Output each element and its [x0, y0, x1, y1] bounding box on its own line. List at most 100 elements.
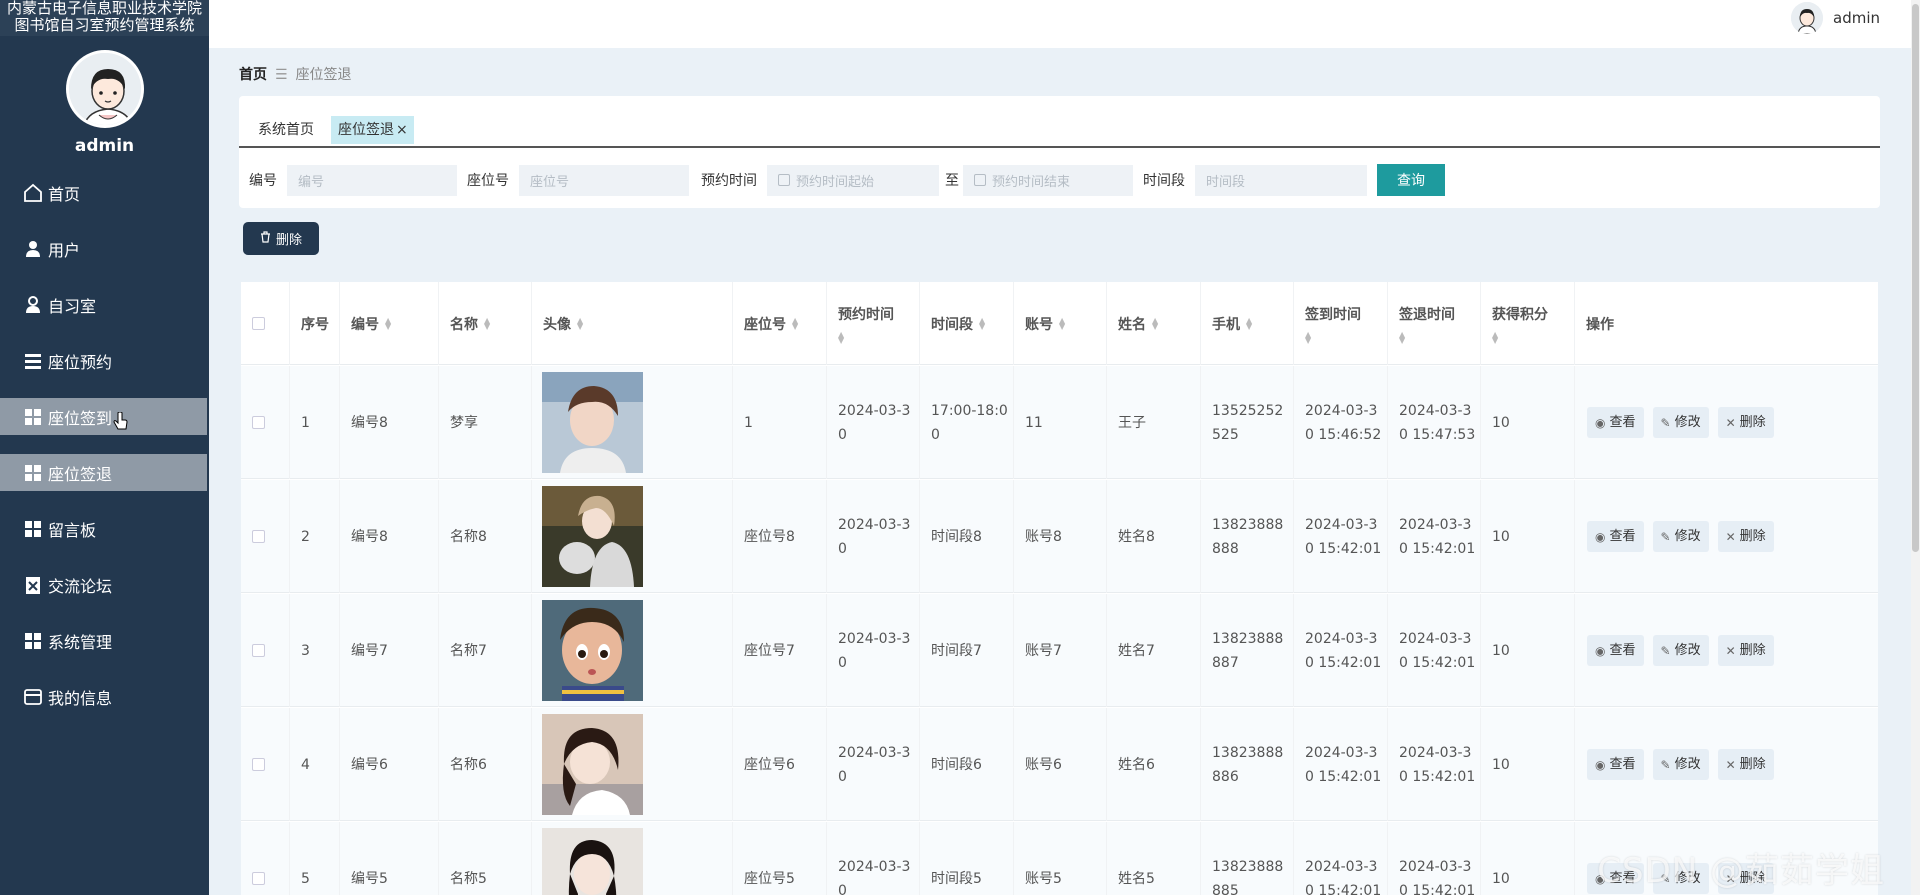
delete-button[interactable]: ✕ 删除: [1717, 407, 1774, 438]
sidebar-item-label: 自习室: [48, 296, 97, 316]
view-button[interactable]: ◉ 查看: [1587, 635, 1644, 666]
header-label: 获得积分: [1492, 306, 1548, 323]
grid-icon: [22, 462, 44, 484]
row-checkbox[interactable]: [252, 416, 265, 429]
avatar-thumbnail[interactable]: [542, 714, 643, 815]
sort-icon[interactable]: ▲ ▼: [577, 316, 583, 330]
header-shouji[interactable]: 手机 ▲ ▼: [1201, 282, 1294, 365]
avatar-thumbnail[interactable]: [542, 486, 643, 587]
edit-icon: ✎: [1660, 757, 1671, 772]
sort-icon[interactable]: ▲ ▼: [385, 316, 391, 330]
cell-shijianduan: 时间段8: [920, 480, 1014, 593]
delete-button[interactable]: ✕ 删除: [1717, 635, 1774, 666]
delete-button[interactable]: ✕ 删除: [1717, 521, 1774, 552]
tab-seat-checkout[interactable]: 座位签退 ×: [331, 116, 414, 144]
view-button[interactable]: ◉ 查看: [1587, 521, 1644, 552]
sort-icon[interactable]: ▲ ▼: [792, 316, 798, 330]
view-button[interactable]: ◉ 查看: [1587, 749, 1644, 780]
header-yuyue[interactable]: 预约时间 ▲ ▼: [827, 282, 920, 365]
table-row[interactable]: 1 编号8 梦享 1 2024-03-3 0 17:00-18:0 0 11 王…: [241, 366, 1878, 479]
sidebar-item-system-management[interactable]: 系统管理: [0, 622, 209, 659]
header-avatar[interactable]: 头像 ▲ ▼: [532, 282, 733, 365]
hand-cursor-icon: [113, 411, 129, 436]
row-checkbox[interactable]: [252, 872, 265, 885]
sort-icon[interactable]: ▲ ▼: [838, 330, 844, 344]
avatar[interactable]: [65, 50, 144, 128]
header-xingming[interactable]: 姓名 ▲ ▼: [1107, 282, 1201, 365]
header-index: 序号: [290, 282, 340, 365]
cell-avatar: [532, 480, 733, 593]
header-zuowei[interactable]: 座位号 ▲ ▼: [733, 282, 827, 365]
tab-system-home[interactable]: 系统首页: [251, 116, 321, 144]
sort-icon[interactable]: ▲ ▼: [1059, 316, 1065, 330]
sidebar-item-label: 留言板: [48, 520, 97, 540]
row-checkbox[interactable]: [252, 758, 265, 771]
view-button[interactable]: ◉ 查看: [1587, 407, 1644, 438]
system-title: 内蒙古电子信息职业技术学院 图书馆自习室预约管理系统: [0, 0, 209, 36]
sort-icon[interactable]: ▲ ▼: [1492, 330, 1498, 344]
cell-yuyue: 2024-03-3 0: [827, 822, 920, 895]
sidebar-item-message-board[interactable]: 留言板: [0, 510, 209, 547]
shijianduan-placeholder: 时间段: [1206, 174, 1246, 190]
sidebar-item-seat-checkout[interactable]: 座位签退: [0, 454, 207, 491]
breadcrumb-home[interactable]: 首页: [239, 67, 267, 83]
trash-icon: [260, 230, 271, 247]
bianhao-input[interactable]: 编号: [287, 164, 457, 196]
edit-button[interactable]: ✎ 修改: [1652, 521, 1709, 552]
sidebar-item-seat-reservation[interactable]: 座位预约: [0, 342, 209, 379]
table-row[interactable]: 2 编号8 名称8 座位号8 2024-03-3 0 时间段8 账号8 姓名8 …: [241, 480, 1878, 593]
close-icon[interactable]: ×: [396, 122, 408, 138]
avatar-thumbnail[interactable]: [542, 828, 643, 895]
header-jifen[interactable]: 获得积分 ▲ ▼: [1481, 282, 1575, 365]
start-date-input[interactable]: 预约时间起始: [767, 164, 939, 196]
sort-icon[interactable]: ▲ ▼: [1399, 330, 1405, 344]
row-checkbox[interactable]: [252, 644, 265, 657]
shijianduan-input[interactable]: 时间段: [1195, 164, 1367, 196]
select-all-checkbox[interactable]: [252, 317, 265, 330]
cell-shijianduan: 时间段5: [920, 822, 1014, 895]
cell-zhanghao: 账号5: [1014, 822, 1107, 895]
avatar-thumbnail[interactable]: [542, 372, 643, 473]
sort-icon[interactable]: ▲ ▼: [484, 316, 490, 330]
header-bianhao[interactable]: 编号 ▲ ▼: [340, 282, 439, 365]
cell-index: 2: [290, 480, 340, 593]
edit-button[interactable]: ✎ 修改: [1652, 635, 1709, 666]
avatar-thumbnail[interactable]: [542, 600, 643, 701]
row-checkbox[interactable]: [252, 530, 265, 543]
sort-icon[interactable]: ▲ ▼: [1246, 316, 1252, 330]
sidebar-item-user[interactable]: 用户: [0, 230, 209, 267]
cell-mingcheng: 梦享: [439, 366, 532, 479]
cell-zuowei: 座位号7: [733, 594, 827, 707]
row-select-cell: [241, 366, 290, 479]
header-mingcheng[interactable]: 名称 ▲ ▼: [439, 282, 532, 365]
table-row[interactable]: 3 编号7 名称7 座位号7 2024-03-3 0 时间段7 账号7 姓名7 …: [241, 594, 1878, 707]
header-zhanghao[interactable]: 账号 ▲ ▼: [1014, 282, 1107, 365]
edit-button[interactable]: ✎ 修改: [1652, 749, 1709, 780]
cell-jifen: 10: [1481, 480, 1575, 593]
sidebar-item-home[interactable]: 首页: [0, 174, 209, 211]
delete-button[interactable]: ✕ 删除: [1717, 749, 1774, 780]
sort-icon[interactable]: ▲ ▼: [979, 316, 985, 330]
sidebar-item-my-info[interactable]: 我的信息: [0, 678, 209, 715]
table-row[interactable]: 4 编号6 名称6 座位号6 2024-03-3 0 时间段6 账号6 姓名6 …: [241, 708, 1878, 821]
cell-actions: ◉ 查看 ✎ 修改 ✕ 删除: [1575, 366, 1878, 479]
header-qiandao[interactable]: 签到时间 ▲ ▼: [1294, 282, 1388, 365]
header-shijianduan[interactable]: 时间段 ▲ ▼: [920, 282, 1014, 365]
end-date-input[interactable]: 预约时间结束: [963, 164, 1133, 196]
page-scrollbar[interactable]: [1911, 0, 1920, 895]
calendar-icon: [778, 174, 790, 186]
query-button[interactable]: 查询: [1377, 164, 1445, 196]
top-user-menu[interactable]: admin: [1791, 2, 1880, 34]
sort-icon[interactable]: ▲ ▼: [1305, 330, 1311, 344]
sidebar-item-seat-checkin[interactable]: 座位签到: [0, 398, 207, 435]
header-qiantui[interactable]: 签退时间 ▲ ▼: [1388, 282, 1481, 365]
sidebar-item-forum[interactable]: 交流论坛: [0, 566, 209, 603]
zuowei-input[interactable]: 座位号: [519, 164, 689, 196]
scrollbar-thumb[interactable]: [1912, 4, 1919, 552]
sidebar-item-study-room[interactable]: 自习室: [0, 286, 209, 323]
edit-button[interactable]: ✎ 修改: [1652, 407, 1709, 438]
cell-zuowei: 座位号5: [733, 822, 827, 895]
cell-zhanghao: 账号7: [1014, 594, 1107, 707]
bulk-delete-button[interactable]: 删除: [243, 222, 319, 255]
sort-icon[interactable]: ▲ ▼: [1152, 316, 1158, 330]
